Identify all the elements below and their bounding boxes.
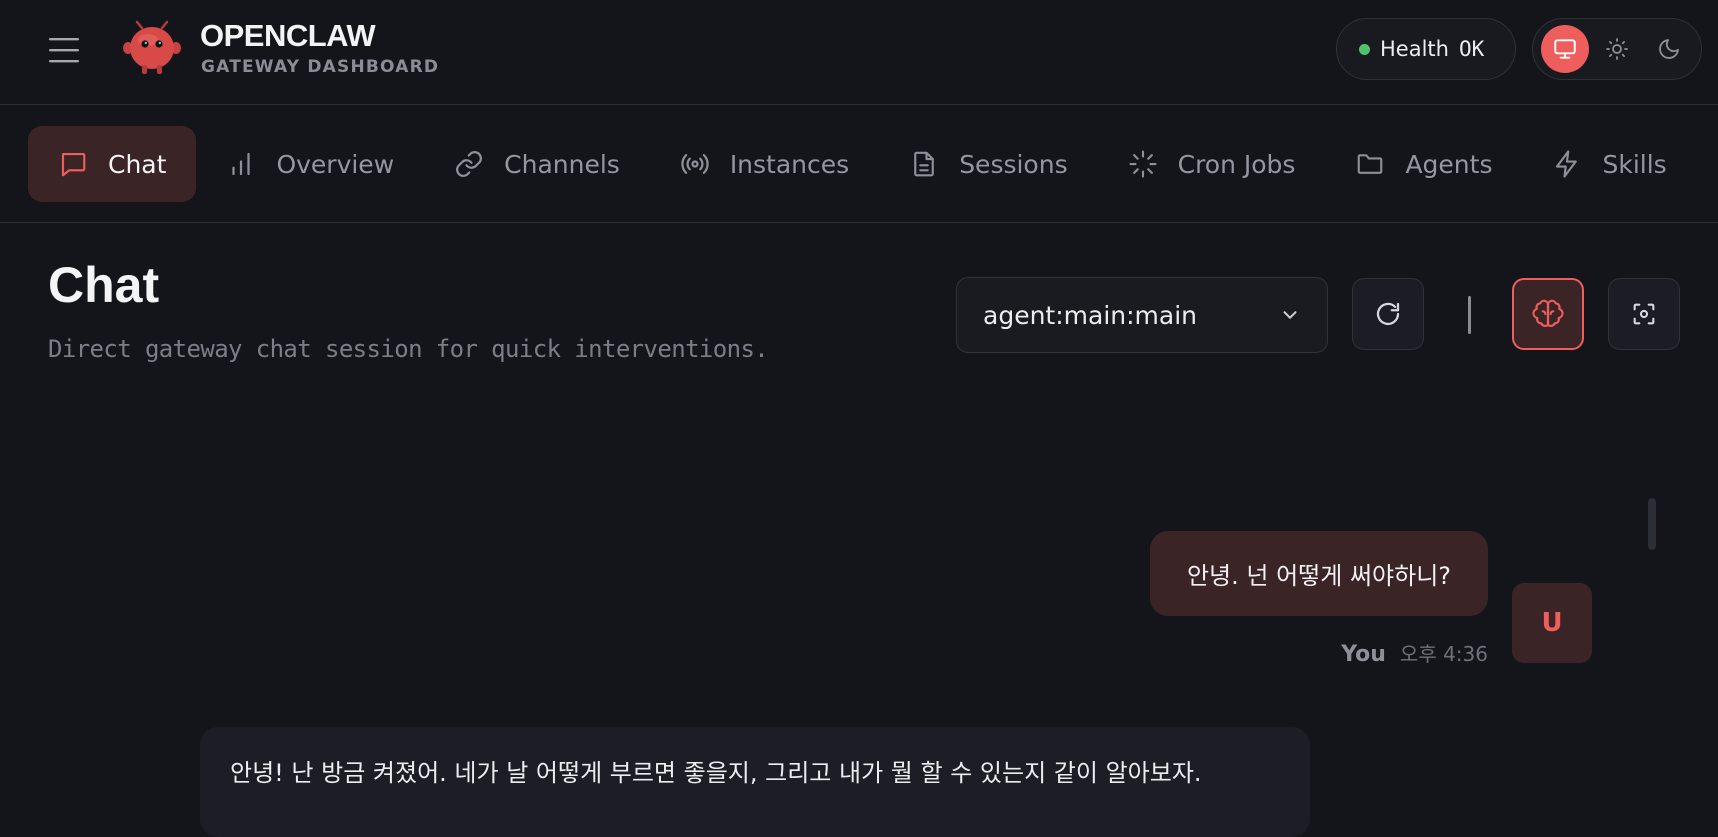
link-icon — [456, 151, 483, 177]
lightning-icon — [1556, 150, 1578, 178]
toolbar-divider — [1468, 296, 1471, 334]
document-icon — [914, 151, 934, 177]
thinking-toggle-button[interactable] — [1512, 278, 1584, 350]
refresh-icon — [1376, 302, 1400, 326]
avatar: U — [1512, 583, 1592, 663]
health-value: OK — [1458, 37, 1485, 61]
tab-instances[interactable]: Instances — [650, 126, 879, 202]
chevron-down-icon — [1283, 311, 1297, 319]
user-message-meta: You 오후 4:36 — [1341, 638, 1488, 667]
session-select-value: agent:main:main — [983, 300, 1197, 330]
tab-cron-jobs[interactable]: Cron Jobs — [1098, 126, 1326, 202]
tab-sessions[interactable]: Sessions — [879, 126, 1097, 202]
assistant-message-bubble: 안녕! 난 방금 켜졌어. 네가 날 어떻게 부르면 좋을지, 그리고 내가 뭘… — [200, 727, 1310, 837]
tab-label: Agents — [1405, 149, 1493, 179]
bar-chart-icon — [232, 152, 251, 176]
tab-label: Chat — [108, 149, 167, 179]
brand-subtitle: GATEWAY DASHBOARD — [201, 57, 440, 77]
broadcast-icon — [681, 154, 709, 174]
main-nav: Chat Overview Channels Instances Session… — [0, 105, 1718, 223]
user-message-bubble: 안녕. 넌 어떻게 써야하니? — [1150, 531, 1488, 616]
top-header: OPENCLAW GATEWAY DASHBOARD Health OK — [0, 0, 1718, 105]
tab-chat[interactable]: Chat — [28, 126, 197, 202]
tab-skills[interactable]: Skills — [1522, 126, 1696, 202]
theme-system-button[interactable] — [1541, 25, 1589, 73]
refresh-button[interactable] — [1352, 278, 1424, 350]
theme-light-button[interactable] — [1593, 25, 1641, 73]
focus-icon — [1633, 303, 1655, 325]
tab-label: Channels — [504, 149, 620, 179]
theme-switcher — [1532, 18, 1702, 80]
chat-scrollbar[interactable] — [1648, 498, 1656, 550]
session-select[interactable]: agent:main:main — [956, 277, 1328, 353]
tab-label: Instances — [729, 149, 850, 179]
tab-agents[interactable]: Agents — [1325, 126, 1522, 202]
tab-overview[interactable]: Overview — [196, 126, 424, 202]
health-label: Health — [1380, 37, 1449, 61]
page-title: Chat — [48, 257, 160, 313]
sun-icon — [1606, 38, 1628, 60]
message-timestamp: 오후 4:36 — [1399, 642, 1488, 666]
monitor-icon — [1554, 39, 1576, 59]
theme-dark-button[interactable] — [1645, 25, 1693, 73]
tab-label: Skills — [1602, 149, 1667, 179]
chat-bubble-icon — [61, 152, 86, 177]
health-status-pill: Health OK — [1336, 18, 1516, 80]
tab-channels[interactable]: Channels — [424, 126, 650, 202]
focus-mode-button[interactable] — [1608, 278, 1680, 350]
menu-icon[interactable] — [44, 30, 84, 70]
moon-icon — [1659, 39, 1679, 59]
openclaw-logo — [122, 20, 182, 76]
folder-icon — [1358, 154, 1383, 174]
tab-label: Cron Jobs — [1177, 149, 1296, 179]
tab-label: Overview — [276, 149, 395, 179]
loader-icon — [1129, 150, 1157, 178]
message-sender: You — [1341, 642, 1386, 667]
nav-tabs: Chat Overview Channels Instances Session… — [28, 126, 1697, 202]
tab-label: Sessions — [959, 149, 1068, 179]
health-status-dot — [1359, 43, 1370, 55]
brand-title: OPENCLAW — [200, 18, 376, 53]
page-subtitle: Direct gateway chat session for quick in… — [48, 335, 769, 363]
brain-icon — [1532, 299, 1564, 327]
